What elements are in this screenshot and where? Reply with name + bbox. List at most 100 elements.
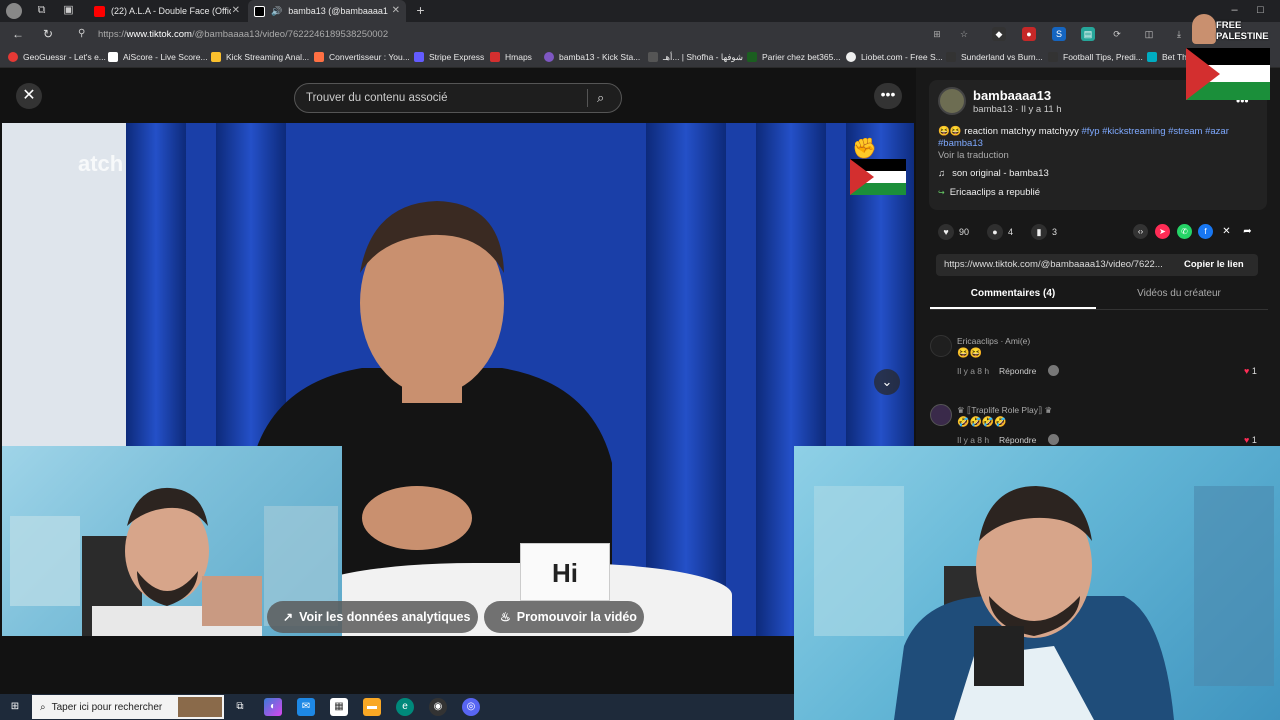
- bookmark-football-tips[interactable]: Football Tips, Predi...: [1048, 50, 1143, 64]
- facebook-icon[interactable]: f: [1198, 224, 1213, 239]
- browser-tab-strip: ⧉ ▣ (22) A.L.A - Double Face (Officia ✕ …: [0, 0, 1280, 22]
- more-options-button[interactable]: •••: [874, 83, 902, 109]
- hashtag-link[interactable]: #stream: [1168, 126, 1202, 137]
- hashtag-link[interactable]: #bamba13: [938, 138, 983, 149]
- tab-youtube[interactable]: (22) A.L.A - Double Face (Officia ✕: [88, 0, 246, 22]
- bookmark-kick-bamba13[interactable]: bamba13 - Kick Sta...: [544, 50, 640, 64]
- sound-link[interactable]: ♫ son original - bamba13: [938, 168, 1049, 179]
- obs-icon[interactable]: ◉: [429, 698, 447, 716]
- related-content-search[interactable]: Trouver du contenu associé ⌕: [294, 83, 622, 113]
- sound-label: son original - bamba13: [952, 168, 1049, 179]
- free-palestine-label: FREE PALESTINE: [1216, 20, 1269, 42]
- bookmark-label: أهـ... | Shofha - شوفها: [663, 51, 743, 62]
- edge-icon[interactable]: e: [396, 698, 414, 716]
- hashtag-link[interactable]: #azar: [1205, 126, 1229, 137]
- bookmark-label: AiScore - Live Score...: [123, 52, 208, 62]
- windows-start-icon[interactable]: ⊞: [6, 698, 24, 716]
- bookmark-liobet[interactable]: Liobet.com - Free S...: [846, 50, 943, 64]
- download-icon[interactable]: ⤓: [1172, 27, 1186, 41]
- sync-icon[interactable]: ⟳: [1110, 27, 1124, 41]
- video-caption: 😆😆 reaction matchyy matchyyy #fyp #kicks…: [938, 126, 1258, 150]
- hashtag-link[interactable]: #kickstreaming: [1102, 126, 1165, 137]
- collections-icon[interactable]: ⧉: [35, 4, 48, 17]
- bookmark-kick-analytics[interactable]: Kick Streaming Anal...: [211, 50, 309, 64]
- bookmark-hmaps[interactable]: Hmaps: [490, 50, 532, 64]
- bookmark-aiscore[interactable]: AiScore - Live Score...: [108, 50, 208, 64]
- comment-author[interactable]: Ericaaclips · Ami(e): [957, 336, 1030, 346]
- close-button[interactable]: ✕: [16, 83, 42, 109]
- tab-actions-icon[interactable]: ▣: [62, 4, 75, 17]
- bookmark-shofha[interactable]: أهـ... | Shofha - شوفها: [648, 50, 743, 64]
- promote-button[interactable]: ♨ Promouvoir la vidéo: [484, 601, 644, 633]
- extension-red-icon[interactable]: ●: [1022, 27, 1036, 41]
- speaker-icon[interactable]: 🔊: [271, 6, 282, 17]
- reply-button[interactable]: Répondre: [999, 366, 1036, 376]
- minimize-icon[interactable]: –: [1228, 4, 1241, 17]
- watermark: atch: [78, 151, 124, 176]
- x-icon[interactable]: ✕: [1219, 224, 1234, 239]
- apps-icon[interactable]: ⊞: [930, 27, 944, 41]
- embed-icon[interactable]: ‹›: [1133, 224, 1148, 239]
- favorite-star-icon[interactable]: ☆: [957, 27, 971, 41]
- tab-creator-videos[interactable]: Vidéos du créateur: [1096, 288, 1262, 299]
- avatar[interactable]: [930, 404, 952, 426]
- chevron-down-icon[interactable]: ⌄: [874, 369, 900, 395]
- tab-tiktok[interactable]: 🔊 bamba13 (@bambaaaa13) | ✕: [248, 0, 406, 22]
- copilot-icon[interactable]: ◐: [264, 698, 282, 716]
- address-bar[interactable]: ⚲ https://www.tiktok.com/@bambaaaa13/vid…: [72, 25, 872, 43]
- bookmark-bet[interactable]: Bet Th: [1147, 50, 1187, 64]
- match-icon: [946, 52, 956, 62]
- bookmark-bet365[interactable]: Parier chez bet365...: [747, 50, 840, 64]
- bookmark-sunderland[interactable]: Sunderland vs Burn...: [946, 50, 1043, 64]
- bookmark-geoguessr[interactable]: GeoGuessr - Let's e...: [8, 50, 106, 64]
- creator-username[interactable]: bambaaaa13: [973, 88, 1051, 103]
- outlook-icon[interactable]: ✉: [297, 698, 315, 716]
- search-icon[interactable]: ⌕: [597, 90, 604, 106]
- reply-button[interactable]: Répondre: [999, 435, 1036, 445]
- tab-comments[interactable]: Commentaires (4): [930, 288, 1096, 299]
- send-icon[interactable]: ➤: [1155, 224, 1170, 239]
- back-icon[interactable]: ←: [10, 26, 26, 42]
- split-screen-icon[interactable]: ◫: [1142, 27, 1156, 41]
- discord-icon[interactable]: ◎: [462, 698, 480, 716]
- site-info-icon[interactable]: ⚲: [78, 28, 85, 39]
- translate-link[interactable]: Voir la traduction: [938, 150, 1009, 161]
- file-explorer-icon[interactable]: ▬: [363, 698, 381, 716]
- analytics-button[interactable]: ↗ Voir les données analytiques: [267, 601, 478, 633]
- store-icon[interactable]: ▦: [330, 698, 348, 716]
- search-highlight-image: [178, 697, 222, 717]
- extension-icon[interactable]: ◆: [992, 27, 1006, 41]
- avatar[interactable]: [938, 87, 966, 115]
- maximize-icon[interactable]: □: [1254, 4, 1267, 17]
- comment-button[interactable]: ● 4: [987, 224, 1013, 240]
- like-button[interactable]: ♥ 90: [938, 224, 969, 240]
- extension-blue-icon[interactable]: S: [1052, 27, 1066, 41]
- bookmark-stripe[interactable]: Stripe Express: [414, 50, 484, 64]
- streamer-figure: [814, 486, 1274, 720]
- url-host: www.tiktok.com: [126, 28, 192, 40]
- comment-like[interactable]: ♥ 1: [1244, 366, 1257, 376]
- stripe-icon: [414, 52, 424, 62]
- profile-icon[interactable]: [6, 3, 22, 19]
- bookmark-converter[interactable]: Convertisseur : You...: [314, 50, 410, 64]
- search-input[interactable]: Trouver du contenu associé: [306, 92, 448, 104]
- palestine-flag-icon: ✊: [850, 137, 906, 195]
- new-tab-button[interactable]: +: [414, 3, 427, 17]
- close-tab-icon[interactable]: ✕: [392, 5, 400, 16]
- task-view-icon[interactable]: ⧉: [231, 698, 249, 716]
- avatar[interactable]: [930, 335, 952, 357]
- close-tab-icon[interactable]: ✕: [232, 5, 240, 16]
- palestine-text: PALESTINE: [1216, 31, 1269, 42]
- whatsapp-icon[interactable]: ✆: [1177, 224, 1192, 239]
- copy-link-button[interactable]: Copier le lien: [1184, 259, 1244, 270]
- repost-icon: ↪: [938, 188, 945, 197]
- comment-author[interactable]: ♛ ⟦Traplife Role Play⟧ ♛: [957, 405, 1052, 416]
- taskbar-search[interactable]: ⌕ Taper ici pour rechercher: [32, 695, 224, 719]
- refresh-icon[interactable]: ↻: [40, 26, 56, 42]
- tiktok-icon: [254, 5, 265, 17]
- extension-green-icon[interactable]: ▤: [1081, 27, 1095, 41]
- hashtag-link[interactable]: #fyp: [1082, 126, 1100, 137]
- share-arrow-icon[interactable]: ➦: [1240, 224, 1255, 239]
- save-button[interactable]: ▮ 3: [1031, 224, 1057, 240]
- comment-like[interactable]: ♥ 1: [1244, 435, 1257, 445]
